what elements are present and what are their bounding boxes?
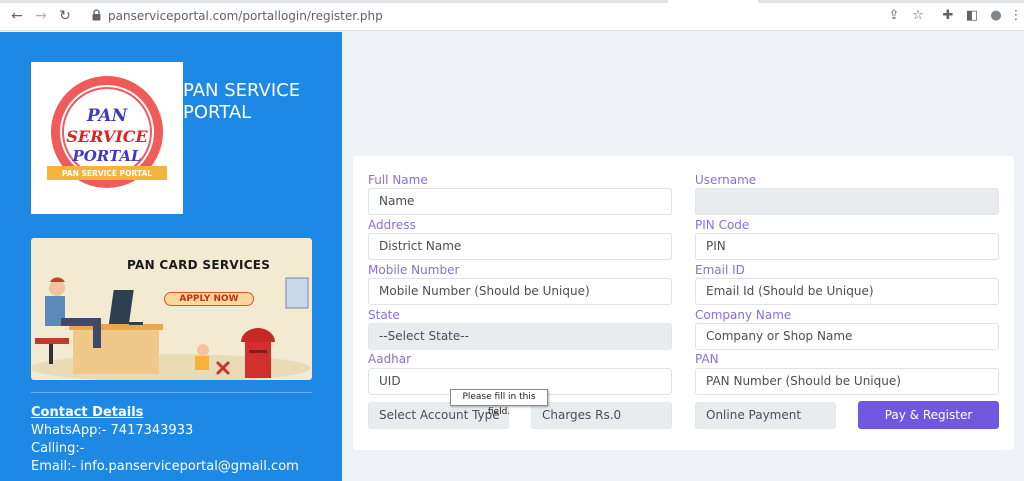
- lock-icon: [92, 9, 101, 21]
- extensions-icon[interactable]: ✚: [940, 8, 956, 24]
- brand-title: PAN SERVICE PORTAL: [183, 80, 313, 124]
- sidebar-divider: [31, 392, 312, 393]
- charges-field: Charges Rs.0: [531, 402, 672, 429]
- pin-code-label: PIN Code: [695, 218, 750, 232]
- url-text[interactable]: panserviceportal.com/portallogin/registe…: [108, 9, 383, 23]
- contact-heading: Contact Details: [31, 405, 144, 420]
- pan-label: PAN: [695, 352, 719, 366]
- full-name-label: Full Name: [368, 173, 428, 187]
- menu-icon[interactable]: ⋮: [1008, 8, 1024, 24]
- contact-email: Email:- info.panserviceportal@gmail.com: [31, 459, 299, 474]
- validation-tooltip: Please fill in this field.: [450, 389, 548, 417]
- contact-whatsapp: WhatsApp:- 7417343933: [31, 423, 194, 438]
- active-tab-edge: [668, 0, 758, 3]
- profile-icon[interactable]: ●: [988, 8, 1004, 24]
- share-icon[interactable]: ⇪: [886, 8, 902, 24]
- svg-text:PAN: PAN: [86, 106, 129, 126]
- mobile-input[interactable]: Mobile Number (Should be Unique): [368, 278, 672, 305]
- company-input[interactable]: Company or Shop Name: [695, 323, 999, 350]
- pan-card-banner[interactable]: PAN CARD SERVICES APPLY NOW: [31, 238, 312, 380]
- state-label: State: [368, 308, 400, 322]
- state-select[interactable]: --Select State--: [368, 323, 672, 350]
- apply-now-button[interactable]: APPLY NOW: [164, 292, 254, 306]
- contact-calling: Calling:-: [31, 441, 85, 456]
- side-panel-icon[interactable]: ◧: [964, 8, 980, 24]
- aadhar-label: Aadhar: [368, 352, 412, 366]
- pan-input[interactable]: PAN Number (Should be Unique): [695, 368, 999, 395]
- email-input[interactable]: Email Id (Should be Unique): [695, 278, 999, 305]
- email-label: Email ID: [695, 263, 745, 277]
- svg-text:PORTAL: PORTAL: [71, 147, 141, 165]
- address-input[interactable]: District Name: [368, 233, 672, 260]
- reload-icon[interactable]: ↻: [57, 8, 73, 24]
- pan-service-logo-icon: PAN SERVICE PORTAL PAN SERVICE PORTAL: [47, 76, 167, 188]
- svg-text:SERVICE: SERVICE: [66, 127, 148, 146]
- address-label: Address: [368, 218, 416, 232]
- pay-register-button[interactable]: Pay & Register: [858, 401, 999, 429]
- tab-strip: [0, 0, 1024, 3]
- full-name-input[interactable]: Name: [368, 188, 672, 215]
- forward-icon[interactable]: →: [33, 8, 49, 24]
- star-icon[interactable]: ☆: [910, 8, 926, 24]
- company-label: Company Name: [695, 308, 792, 322]
- payment-field: Online Payment: [695, 402, 836, 429]
- svg-text:PAN SERVICE PORTAL: PAN SERVICE PORTAL: [62, 169, 152, 178]
- browser-toolbar: ← → ↻ panserviceportal.com/portallogin/r…: [0, 0, 1024, 31]
- logo: PAN SERVICE PORTAL PAN SERVICE PORTAL: [31, 62, 183, 214]
- brand-text: PAN SERVICE PORTAL: [183, 80, 301, 123]
- mobile-label: Mobile Number: [368, 263, 460, 277]
- pin-code-input[interactable]: PIN: [695, 233, 999, 260]
- banner-title: PAN CARD SERVICES: [127, 258, 271, 272]
- username-label: Username: [695, 173, 757, 187]
- username-input[interactable]: [695, 188, 999, 215]
- back-icon[interactable]: ←: [9, 8, 25, 24]
